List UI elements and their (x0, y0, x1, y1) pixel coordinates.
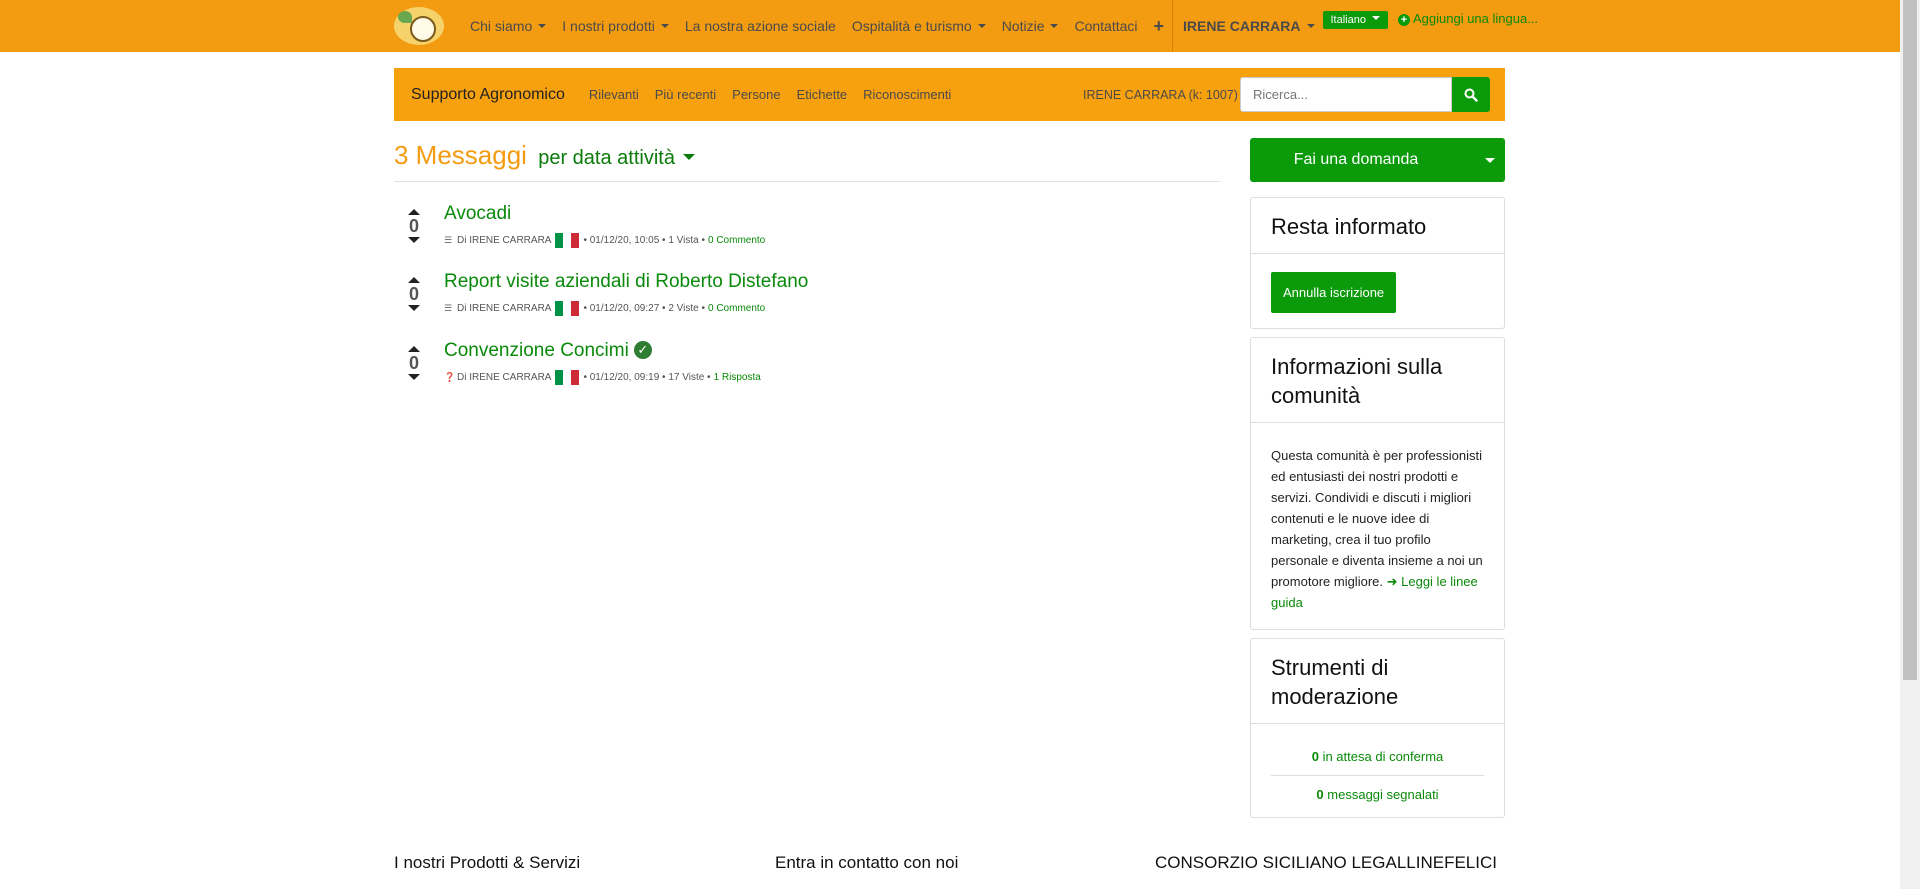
question-icon: ❓ (444, 372, 456, 382)
community-info-text: Questa comunità è per professionisti ed … (1271, 448, 1483, 589)
plus-circle-icon: + (1397, 13, 1410, 26)
footer-products-heading: I nostri Prodotti & Servizi (394, 853, 581, 872)
forum-brand[interactable]: Supporto Agronomico (411, 86, 565, 104)
post-views: 17 Viste • (668, 372, 711, 383)
search-button[interactable] (1452, 77, 1490, 112)
comments-icon: ☰ (444, 235, 453, 245)
unsubscribe-button[interactable]: Annulla iscrizione (1271, 272, 1397, 313)
nav-prodotti[interactable]: I nostri prodotti (562, 18, 669, 34)
search-icon (1464, 88, 1478, 102)
user-menu[interactable]: IRENE CARRARA (1183, 18, 1314, 34)
post-date: • 01/12/20, 09:19 • (583, 372, 666, 383)
post-item: 0 Report visite aziendali di Roberto Dis… (394, 271, 1220, 331)
downvote-icon[interactable] (408, 237, 420, 243)
add-language-label: Aggiungi una lingua... (1412, 10, 1539, 26)
forum-link-rilevanti[interactable]: Rilevanti (589, 87, 639, 102)
post-views: 1 Vista • (668, 235, 705, 246)
post-title[interactable]: Report visite aziendali di Roberto Diste… (444, 271, 808, 293)
ask-question-button[interactable]: Fai una domanda (1250, 138, 1505, 182)
community-info-card: Informazioni sulla comunità Questa comun… (1250, 337, 1505, 630)
chevron-down-icon[interactable] (1485, 158, 1495, 163)
moderation-title: Strumenti di moderazione (1251, 639, 1504, 724)
community-info-title: Informazioni sulla comunità (1251, 338, 1504, 423)
post-views: 2 Viste • (668, 303, 705, 314)
post-date: • 01/12/20, 10:05 • (583, 235, 666, 246)
company-logo[interactable] (394, 7, 444, 45)
downvote-icon[interactable] (408, 374, 420, 380)
post-author: Di IRENE CARRARA (457, 235, 552, 246)
add-language-link[interactable]: + Aggiungi una lingua... (1397, 10, 1539, 26)
vote-widget: 0 (406, 346, 422, 380)
user-karma[interactable]: IRENE CARRARA (k: 1007) (1083, 88, 1238, 102)
posts-heading: 3 Messaggi per data attività (394, 140, 695, 171)
posts-count: 3 Messaggi (394, 140, 527, 170)
moderation-card: Strumenti di moderazione 0 in attesa di … (1250, 638, 1505, 818)
vote-count: 0 (408, 216, 419, 236)
post-title[interactable]: Convenzione Concimi ✓ (444, 340, 652, 362)
sort-label: per data attività (538, 147, 675, 169)
nav-azione-sociale[interactable]: La nostra azione sociale (685, 18, 836, 34)
forum-link-persone[interactable]: Persone (732, 87, 780, 102)
nav-notizie[interactable]: Notizie (1002, 18, 1059, 34)
comments-icon: ☰ (444, 303, 453, 313)
post-item: 0 Avocadi ☰ Di IRENE CARRARA • 01/12/20,… (394, 203, 1220, 263)
pending-link[interactable]: 0 in attesa di conferma (1271, 738, 1484, 775)
post-author: Di IRENE CARRARA (457, 372, 552, 383)
stay-informed-title: Resta informato (1251, 198, 1504, 254)
post-title-text: Convenzione Concimi (444, 340, 629, 361)
nav-contattaci[interactable]: Contattaci (1074, 18, 1137, 34)
language-label: Italiano (1330, 14, 1366, 26)
post-meta: ☰ Di IRENE CARRARA • 01/12/20, 10:05 • 1… (444, 233, 765, 248)
nav-chi-siamo[interactable]: Chi siamo (470, 18, 546, 34)
footer-company-heading: CONSORZIO SICILIANO LEGALLINEFELICI (1155, 853, 1497, 872)
solved-check-icon: ✓ (633, 341, 652, 359)
vote-widget: 0 (406, 277, 422, 311)
forum-link-etichette[interactable]: Etichette (797, 87, 848, 102)
flagged-label: messaggi segnalati (1327, 787, 1439, 802)
heading-divider (394, 181, 1220, 182)
ask-question-label: Fai una domanda (1293, 151, 1419, 168)
vote-widget: 0 (406, 209, 422, 243)
post-answers-link[interactable]: 0 Commento (708, 235, 765, 246)
plus-icon[interactable]: + (1154, 16, 1165, 37)
pending-label: in attesa di conferma (1322, 749, 1444, 764)
scrollbar-thumb[interactable] (1903, 0, 1917, 680)
pending-count: 0 (1311, 749, 1319, 764)
forum-link-riconoscimenti[interactable]: Riconoscimenti (863, 87, 951, 102)
chevron-down-icon (682, 154, 695, 160)
nav-divider (1172, 0, 1174, 52)
italy-flag-icon (555, 301, 580, 316)
post-author: Di IRENE CARRARA (457, 303, 552, 314)
post-title[interactable]: Avocadi (444, 203, 511, 225)
stay-informed-card: Resta informato Annulla iscrizione (1250, 197, 1505, 329)
post-meta: ☰ Di IRENE CARRARA • 01/12/20, 09:27 • 2… (444, 301, 765, 316)
post-meta: ❓ Di IRENE CARRARA • 01/12/20, 09:19 • 1… (444, 370, 761, 385)
italy-flag-icon (555, 370, 580, 385)
top-navbar: Chi siamo I nostri prodotti La nostra az… (0, 0, 1900, 52)
vote-count: 0 (408, 284, 419, 304)
vote-count: 0 (408, 353, 419, 373)
forum-link-recenti[interactable]: Più recenti (655, 87, 716, 102)
nav-ospitalita[interactable]: Ospitalità e turismo (852, 18, 986, 34)
sort-dropdown[interactable]: per data attività (538, 147, 695, 169)
post-item: 0 Convenzione Concimi ✓ ❓ Di IRENE CARRAR… (394, 340, 1220, 400)
post-answers-link[interactable]: 1 Risposta (714, 372, 761, 383)
italy-flag-icon (555, 233, 580, 248)
downvote-icon[interactable] (408, 305, 420, 311)
forum-navbar: Supporto Agronomico Rilevanti Più recent… (394, 68, 1505, 121)
chevron-down-icon (1366, 14, 1380, 26)
post-date: • 01/12/20, 09:27 • (583, 303, 666, 314)
search-input[interactable] (1240, 77, 1452, 112)
footer-contact-heading: Entra in contatto con noi (775, 853, 959, 872)
flagged-link[interactable]: 0 messaggi segnalati (1271, 776, 1484, 813)
language-selector[interactable]: Italiano (1322, 11, 1388, 29)
flagged-count: 0 (1316, 787, 1324, 802)
post-answers-link[interactable]: 0 Commento (708, 303, 765, 314)
